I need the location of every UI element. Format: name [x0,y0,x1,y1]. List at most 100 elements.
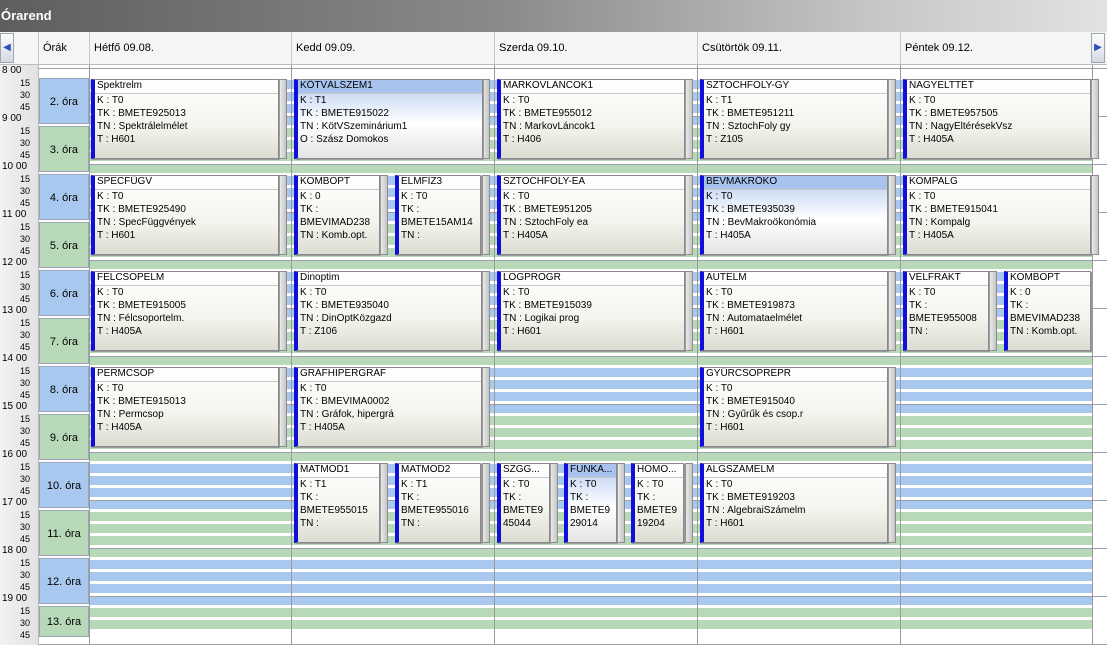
event-detail: TK : BMETE915040 [706,396,795,407]
event-scrollbar[interactable] [989,271,997,351]
event-detail: T : H405A [97,326,142,337]
event-scrollbar[interactable] [1091,79,1099,159]
event-detail: K : T0 [300,287,327,298]
event-detail: TK : [503,492,522,503]
quarter-label: 15 [20,510,31,520]
event-detail: T : H601 [503,326,542,337]
event-card[interactable]: VÉLFRAKT K : T0 TK : BMETE955008 TN : [903,271,989,351]
period-label: 10. óra [39,462,89,508]
next-week-button[interactable]: ▶ [1091,33,1105,63]
event-scrollbar[interactable] [482,79,490,159]
event-title: SPECFÜGV [95,176,278,190]
event-detail: T : H601 [706,422,745,433]
event-card[interactable]: Dinoptim K : T0 TK : BMETE935040 TN : DinOp… [294,271,482,351]
event-title: SZGG... [501,464,549,478]
event-card[interactable]: SZTOCHFOLY-GY K : T1 TK : BMETE951211 TN : … [700,79,888,159]
event-scrollbar[interactable] [279,175,287,255]
event-detail: BMETE15AM14 [401,217,473,228]
event-card[interactable]: BEVMAKRÖKO K : T0 TK : BMETE935039 TN : Bev… [700,175,888,255]
event-detail: T : H601 [97,230,136,241]
event-detail: TN : Komb.opt. [1010,326,1078,337]
event-detail: TK : [300,204,319,215]
event-card[interactable]: ALGSZÁMELM K : T0 TK : BMETE919203 TN : Alg… [700,463,888,543]
grid-band [89,608,1092,617]
event-scrollbar[interactable] [888,463,896,543]
hour-line [38,68,1107,69]
quarter-label: 15 [20,222,31,232]
event-detail: TK : [570,492,589,503]
event-card[interactable]: ELMFIZ3 K : T0 TK : BMETE15AM14 TN : [395,175,481,255]
event-scrollbar[interactable] [1091,175,1099,255]
event-scrollbar[interactable] [550,463,558,543]
quarter-label: 30 [20,330,31,340]
event-card[interactable]: KOMBOPT K : 0 TK : BMEVIMAD238 TN : Komb.opt… [294,175,380,255]
event-scrollbar[interactable] [380,175,388,255]
event-scrollbar[interactable] [685,79,693,159]
event-title: FUNKA... [568,464,616,478]
grid-band [89,584,1092,593]
event-detail: TK : [909,300,928,311]
event-scrollbar[interactable] [279,367,287,447]
grid-band [89,548,1092,557]
event-detail: TK : BMETE919873 [706,300,795,311]
event-scrollbar[interactable] [888,271,896,351]
event-card[interactable]: KOMPALG K : T0 TK : BMETE915041 TN : Kompal… [903,175,1091,255]
event-title: KOMPALG [907,176,1090,190]
header-day-5[interactable]: Péntek 09.12. [900,32,1092,64]
quarter-label: 15 [20,366,31,376]
event-scrollbar[interactable] [482,175,490,255]
event-scrollbar[interactable] [279,271,287,351]
event-detail: TK : BMEVIMA0002 [300,396,390,407]
hour-label: 12 00 [2,257,28,268]
event-card[interactable]: NAGYELTTÉT K : T0 TK : BMETE957505 TN : Nag… [903,79,1091,159]
event-scrollbar[interactable] [482,463,490,543]
header-day-4[interactable]: Csütörtök 09.11. [697,32,900,64]
quarter-label: 45 [20,102,31,112]
prev-week-button[interactable]: ◀ [0,33,14,63]
quarter-label: 45 [20,486,31,496]
event-card[interactable]: HOMO... K : T0 TK : BMETE9 19204 [631,463,684,543]
hour-line [38,452,1107,453]
event-card[interactable]: SPECFÜGV K : T0 TK : BMETE925490 TN : SpecF… [91,175,279,255]
event-card[interactable]: Spektrelm K : T0 TK : BMETE925013 TN : Spek… [91,79,279,159]
event-scrollbar[interactable] [888,175,896,255]
event-scrollbar[interactable] [685,175,693,255]
event-scrollbar[interactable] [279,79,287,159]
event-card[interactable]: FÉLCSOPELM K : T0 TK : BMETE915005 TN : Fél… [91,271,279,351]
event-title: GRÁFHIPERGRÁF [298,368,481,382]
event-detail: TN : Gráfok, hipergrá [300,409,394,420]
event-detail: BMETE955016 [401,505,469,516]
header-day-3[interactable]: Szerda 09.10. [494,32,697,64]
event-card[interactable]: FUNKA... K : T0 TK : BMETE9 29014 [564,463,617,543]
event-title: ALGSZÁMELM [704,464,887,478]
event-card[interactable]: GRÁFHIPERGRÁF K : T0 TK : BMEVIMA0002 TN : … [294,367,482,447]
event-card[interactable]: LOGPROGR K : T0 TK : BMETE915039 TN : Logik… [497,271,685,351]
event-scrollbar[interactable] [617,463,625,543]
event-scrollbar[interactable] [482,271,490,351]
event-card[interactable]: KÖTVÁLSZEM1 K : T1 TK : BMETE915022 TN : Kö… [294,79,483,159]
event-scrollbar[interactable] [685,463,693,543]
event-detail: TK : [300,492,319,503]
event-card[interactable]: MATMOD2 K : T1 TK : BMETE955016 TN : [395,463,481,543]
event-card[interactable]: MATMOD1 K : T1 TK : BMETE955015 TN : [294,463,380,543]
event-scrollbar[interactable] [685,271,693,351]
event-card[interactable]: PERMCSOP K : T0 TK : BMETE915013 TN : Permc… [91,367,279,447]
event-detail: TN : [909,326,928,337]
event-card[interactable]: AUTELM K : T0 TK : BMETE919873 TN : Automat… [700,271,888,351]
event-card[interactable]: SZGG... K : T0 TK : BMETE9 45044 [497,463,550,543]
event-card[interactable]: GYÜRCSOPREPR K : T0 TK : BMETE915040 TN : G… [700,367,888,447]
quarter-label: 30 [20,234,31,244]
event-scrollbar[interactable] [482,367,490,447]
header-day-1[interactable]: Hétfő 09.08. [89,32,291,64]
event-title: MARKOVLÁNCOK1 [501,80,684,94]
event-card[interactable]: SZTOCHFOLY-EA K : T0 TK : BMETE951205 TN : … [497,175,685,255]
event-title: KOMBOPT [1008,272,1090,286]
header-day-2[interactable]: Kedd 09.09. [291,32,494,64]
event-card[interactable]: MARKOVLÁNCOK1 K : T0 TK : BMETE955012 TN : … [497,79,685,159]
event-scrollbar[interactable] [888,79,896,159]
event-scrollbar[interactable] [888,367,896,447]
quarter-label: 45 [20,630,31,640]
event-card[interactable]: KOMBOPT K : 0 TK : BMEVIMAD238 TN : Komb.opt… [1004,271,1091,351]
event-scrollbar[interactable] [380,463,388,543]
hour-label: 11 00 [2,209,27,220]
